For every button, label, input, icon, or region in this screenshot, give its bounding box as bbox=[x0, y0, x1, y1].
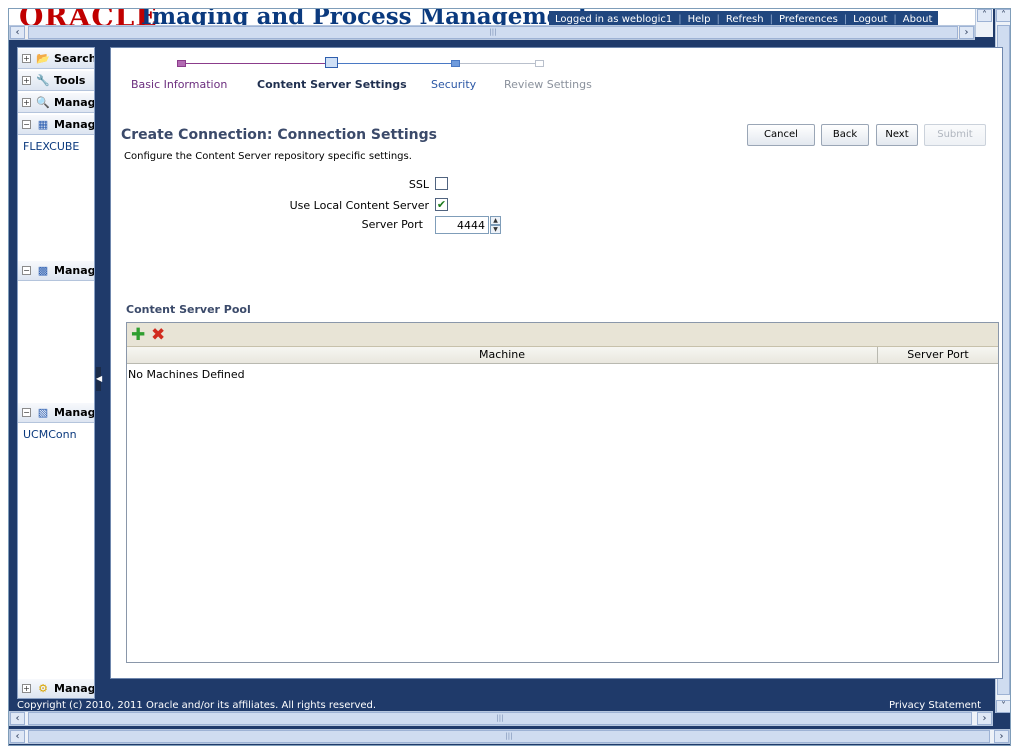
application-icon: ▦ bbox=[37, 118, 49, 131]
accordion-manage-searches[interactable]: + 🔍 Manage Searches bbox=[18, 92, 94, 113]
collapse-icon[interactable]: − bbox=[22, 120, 31, 129]
add-icon[interactable]: ✚ bbox=[131, 325, 145, 345]
window-horizontal-scrollbar[interactable]: ‹ ||| › bbox=[9, 729, 1010, 744]
use-local-content-server-label: Use Local Content Server bbox=[289, 199, 429, 212]
expand-icon[interactable]: + bbox=[22, 76, 31, 85]
connection-item-ucmconn[interactable]: UCMConn bbox=[23, 428, 77, 441]
train-stop-visited[interactable] bbox=[177, 60, 186, 67]
accordion-label: Searches bbox=[54, 52, 94, 65]
about-link[interactable]: About bbox=[903, 14, 933, 25]
help-link[interactable]: Help bbox=[688, 14, 711, 25]
accordion-label: Manage Connections bbox=[54, 406, 95, 419]
footer-horizontal-scrollbar[interactable]: ‹ ||| › bbox=[9, 711, 993, 726]
scroll-right-icon[interactable]: › bbox=[959, 26, 974, 39]
pool-toolbar: ✚ ✖ bbox=[127, 323, 998, 347]
logged-in-user: Logged in as weblogic1 bbox=[555, 14, 673, 25]
browser-frame: ORACLE Imaging and Process Management Lo… bbox=[8, 8, 1011, 746]
accordion-manage-applications[interactable]: −▦ Manage Applications bbox=[18, 114, 94, 135]
accordion-tools[interactable]: + 🔧 Tools bbox=[18, 70, 94, 91]
server-port-input[interactable]: 4444 bbox=[435, 216, 489, 234]
cancel-button[interactable]: Cancel bbox=[747, 124, 815, 146]
train-stop-unvisited bbox=[535, 60, 544, 67]
scroll-left-icon[interactable]: ‹ bbox=[10, 712, 25, 725]
use-local-content-server-checkbox[interactable]: ✔ bbox=[435, 198, 448, 211]
accordion-label: Manage Applications bbox=[54, 118, 95, 131]
logout-link[interactable]: Logout bbox=[853, 14, 887, 25]
collapse-panel-icon[interactable]: ◀ bbox=[96, 367, 102, 391]
column-header-machine[interactable]: Machine bbox=[127, 347, 878, 364]
scroll-left-icon[interactable]: ‹ bbox=[10, 26, 25, 39]
train-connector bbox=[335, 63, 453, 64]
column-header-server-port[interactable]: Server Port bbox=[878, 347, 998, 364]
accordion-label: Manage Searches bbox=[54, 96, 95, 109]
input-icon: ▩ bbox=[37, 264, 49, 277]
page-instruction: Configure the Content Server repository … bbox=[124, 151, 412, 162]
copyright-text: Copyright (c) 2010, 2011 Oracle and/or i… bbox=[17, 700, 377, 711]
back-button[interactable]: Back bbox=[821, 124, 869, 146]
expand-icon[interactable]: + bbox=[22, 98, 31, 107]
train-stop-current bbox=[325, 57, 338, 68]
server-port-label: Server Port bbox=[361, 218, 423, 231]
header-horizontal-scrollbar[interactable]: ‹ ||| › bbox=[9, 25, 975, 40]
refresh-link[interactable]: Refresh bbox=[726, 14, 764, 25]
ssl-label: SSL bbox=[408, 178, 429, 191]
empty-table-message: No Machines Defined bbox=[128, 368, 245, 381]
expand-icon[interactable]: + bbox=[22, 54, 31, 63]
collapse-icon[interactable]: − bbox=[22, 408, 31, 417]
next-button[interactable]: Next bbox=[876, 124, 918, 146]
wizard-train: Basic Information Content Server Setting… bbox=[121, 54, 592, 94]
step-security[interactable]: Security bbox=[431, 78, 476, 91]
accordion-searches[interactable]: + 📂 Searches bbox=[18, 48, 94, 69]
accordion-label: Manage Security bbox=[54, 682, 95, 695]
content-server-pool-table: ✚ ✖ Machine Server Port No Machines Defi… bbox=[126, 322, 999, 663]
accordion-manage-connections[interactable]: −▧ Manage Connections bbox=[18, 402, 94, 423]
step-review-settings: Review Settings bbox=[504, 78, 592, 91]
magnifier-icon: 🔍 bbox=[36, 96, 50, 109]
accordion-label: Tools bbox=[54, 74, 86, 87]
accordion-manage-inputs[interactable]: −▩ Manage Inputs bbox=[18, 260, 94, 281]
application-item-flexcube[interactable]: FLEXCUBE bbox=[23, 140, 79, 153]
privacy-link[interactable]: Privacy Statement bbox=[889, 700, 981, 711]
accordion-label: Manage Inputs bbox=[54, 264, 95, 277]
preferences-link[interactable]: Preferences bbox=[779, 14, 838, 25]
spin-down-icon[interactable]: ▼ bbox=[490, 225, 501, 234]
scroll-right-icon[interactable]: › bbox=[994, 730, 1009, 743]
scroll-up-icon[interactable]: ˄ bbox=[996, 9, 1010, 22]
train-stop-next[interactable] bbox=[451, 60, 460, 67]
page-title: Create Connection: Connection Settings bbox=[121, 127, 438, 143]
step-content-server-settings: Content Server Settings bbox=[257, 78, 407, 91]
submit-button: Submit bbox=[924, 124, 986, 146]
wrench-icon: 🔧 bbox=[36, 74, 50, 87]
connection-icon: ▧ bbox=[37, 406, 49, 419]
key-icon: ⚙ bbox=[38, 682, 48, 695]
train-connector bbox=[459, 63, 535, 64]
collapse-icon[interactable]: − bbox=[22, 266, 31, 275]
scroll-left-icon[interactable]: ‹ bbox=[10, 730, 25, 743]
folder-search-icon: 📂 bbox=[36, 52, 50, 65]
pool-section-title: Content Server Pool bbox=[126, 303, 251, 316]
server-port-spinner: ▲ ▼ bbox=[490, 216, 501, 234]
expand-icon[interactable]: + bbox=[22, 684, 31, 693]
navigator-panel: +📂Searches +🔧Tools +🔍Manage Searches −▦M… bbox=[17, 47, 95, 699]
scroll-up-icon[interactable]: ˄ bbox=[977, 9, 992, 22]
scroll-right-icon[interactable]: › bbox=[977, 712, 992, 725]
spin-up-icon[interactable]: ▲ bbox=[490, 216, 501, 225]
scroll-thumb[interactable]: ||| bbox=[28, 26, 958, 39]
delete-icon[interactable]: ✖ bbox=[151, 325, 165, 345]
scroll-down-icon[interactable]: ˅ bbox=[996, 700, 1010, 713]
inner-vertical-scrollbar[interactable]: ˄ bbox=[975, 9, 993, 37]
ssl-checkbox[interactable] bbox=[435, 177, 448, 190]
step-basic-information[interactable]: Basic Information bbox=[131, 78, 227, 91]
accordion-manage-security[interactable]: + ⚙ Manage Security bbox=[18, 678, 95, 698]
main-content: Basic Information Content Server Setting… bbox=[110, 47, 1003, 679]
scroll-thumb[interactable]: ||| bbox=[28, 712, 972, 725]
scroll-thumb[interactable]: ||| bbox=[28, 730, 990, 743]
train-connector bbox=[183, 63, 329, 64]
